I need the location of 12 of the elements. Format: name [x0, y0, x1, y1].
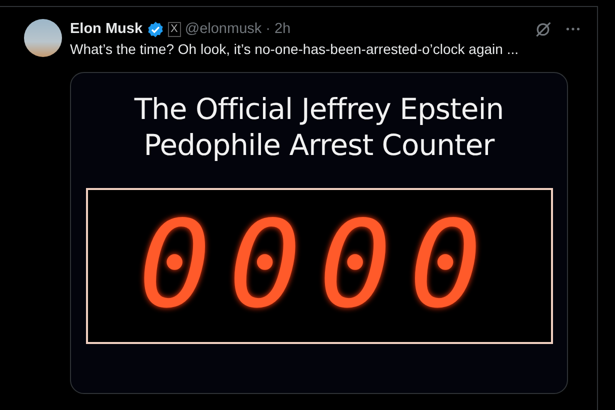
image-title: The Official Jeffrey Epstein — [134, 91, 504, 127]
user-handle[interactable]: @elonmusk — [184, 21, 262, 37]
separator-dot: · — [266, 21, 270, 37]
affiliate-badge: X — [168, 22, 181, 36]
post-text: What’s the time? Oh look, it’s no-one-has-been-arrested-o’clock again ... — [70, 41, 520, 57]
image-card[interactable]: The Official Jeffrey Epstein Pedophile Arrest Counter 0000 — [70, 72, 568, 394]
counter-digits: 0000 — [138, 201, 500, 331]
more-icon[interactable] — [566, 27, 580, 31]
post-time[interactable]: 2h — [274, 21, 291, 37]
image-title: Pedophile Arrest Counter — [142, 127, 496, 163]
avatar-image[interactable] — [24, 19, 62, 57]
author-name[interactable]: Elon Musk — [70, 21, 143, 37]
